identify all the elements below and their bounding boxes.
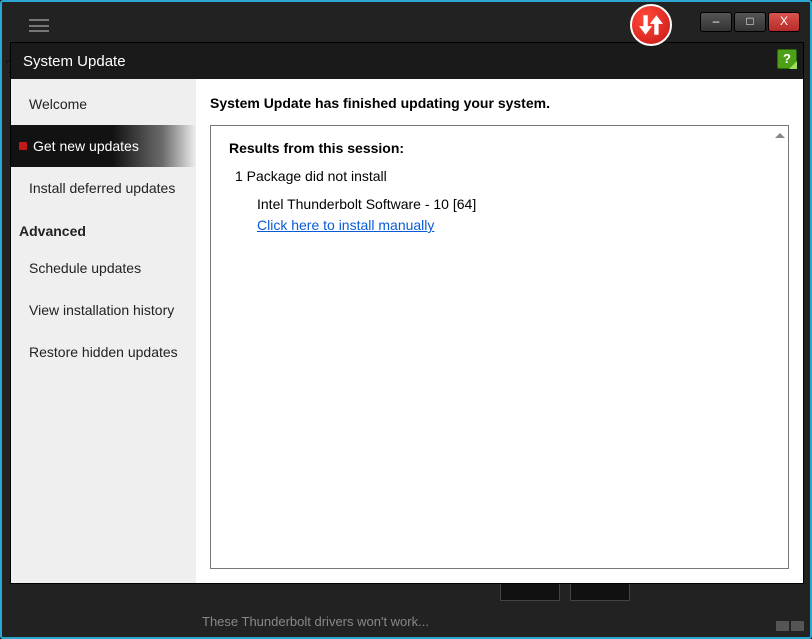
sidebar-item-welcome[interactable]: Welcome [11, 83, 196, 125]
app-title: System Update [23, 53, 126, 70]
sidebar-item-restore-hidden[interactable]: Restore hidden updates [11, 331, 196, 373]
package-item: Intel Thunderbolt Software - 10 [64] Cli… [257, 194, 770, 236]
system-update-window: System Update ? Welcome Get new updates … [10, 42, 804, 584]
sidebar: Welcome Get new updates Install deferred… [11, 79, 196, 583]
maximize-button[interactable]: □ [734, 12, 766, 32]
sidebar-item-installation-history[interactable]: View installation history [11, 289, 196, 331]
close-button[interactable]: X [768, 12, 800, 32]
content-area: System Update has finished updating your… [196, 79, 803, 583]
package-summary: 1 Package did not install [235, 168, 770, 184]
results-title: Results from this session: [229, 140, 770, 156]
update-notification-icon[interactable] [630, 4, 672, 46]
scroll-up-icon[interactable] [775, 128, 785, 138]
sidebar-item-get-new-updates[interactable]: Get new updates [11, 125, 196, 167]
window-controls: – □ X [700, 12, 800, 32]
background-scroll-icon [776, 621, 804, 631]
sidebar-item-install-deferred[interactable]: Install deferred updates [11, 167, 196, 209]
package-name: Intel Thunderbolt Software - 10 [64] [257, 196, 476, 212]
status-message: System Update has finished updating your… [210, 95, 789, 111]
sidebar-item-schedule-updates[interactable]: Schedule updates [11, 247, 196, 289]
sidebar-section-advanced: Advanced [11, 209, 196, 247]
app-header: System Update ? [11, 43, 803, 79]
install-manually-link[interactable]: Click here to install manually [257, 217, 434, 233]
background-text-bottom: These Thunderbolt drivers won't work... [202, 614, 429, 629]
background-menu-icon [29, 19, 49, 32]
help-icon[interactable]: ? [777, 49, 797, 69]
results-panel: Results from this session: 1 Package did… [210, 125, 789, 569]
minimize-button[interactable]: – [700, 12, 732, 32]
